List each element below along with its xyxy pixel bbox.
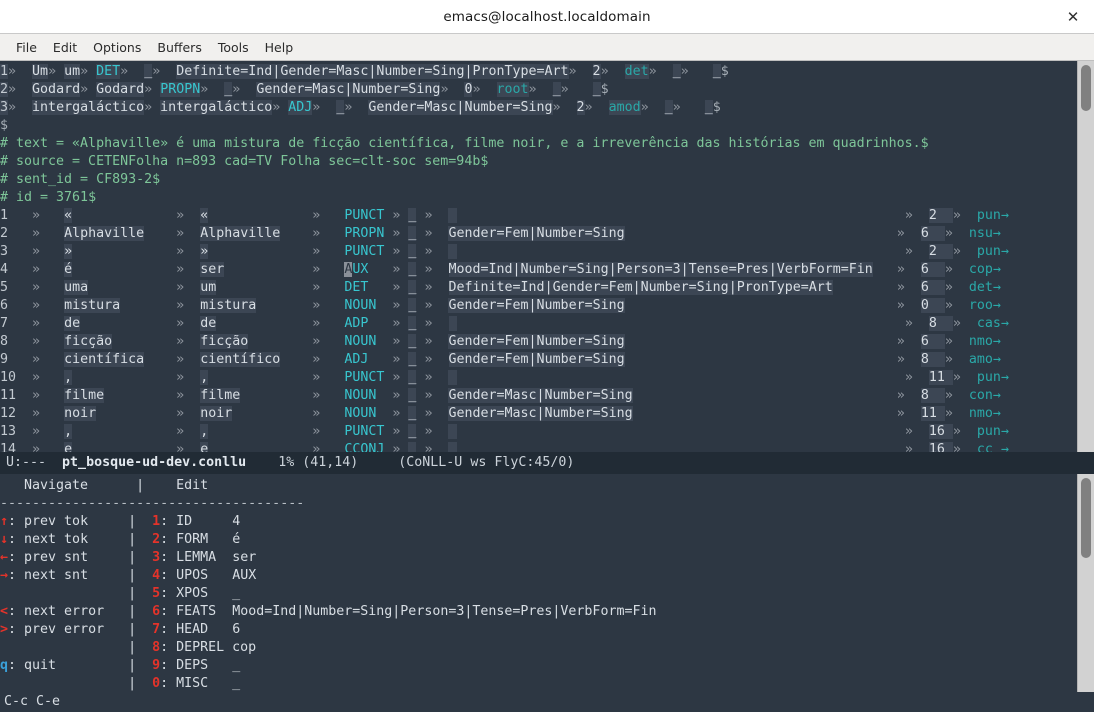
help-line: >: prev error | 7: HEAD 6 <box>0 622 241 637</box>
code-line: 1» Um» um» DET» _» Definite=Ind|Gender=M… <box>0 64 729 79</box>
code-line: 12 » noir » noir » NOUN » _ » Gender=Mas… <box>0 406 1001 421</box>
help-line: | 8: DEPREL cop <box>0 640 257 655</box>
menu-item-options[interactable]: Options <box>85 37 149 58</box>
help-line: | 0: MISC _ <box>0 676 241 691</box>
vertical-scrollbar-bottom[interactable] <box>1077 474 1094 692</box>
title-bar: emacs@localhost.localdomain ✕ <box>0 0 1094 34</box>
help-line: <: next error | 6: FEATS Mood=Ind|Number… <box>0 604 657 619</box>
code-line: 8 » ficção » ficção » NOUN » _ » Gender=… <box>0 334 1001 349</box>
code-line: # id = 3761$ <box>0 190 97 205</box>
echo-area: C-c C-e <box>0 692 1094 712</box>
code-line: 14 » e » e » CCONJ » _ » » 16 » cc → <box>0 441 1009 452</box>
menu-bar: File Edit Options Buffers Tools Help <box>0 34 1094 61</box>
conllu-text[interactable]: 1» Um» um» DET» _» Definite=Ind|Gender=M… <box>0 61 1009 452</box>
vertical-scrollbar-top[interactable] <box>1077 61 1094 452</box>
scrollbar-thumb[interactable] <box>1081 65 1091 111</box>
scrollbar-thumb[interactable] <box>1081 478 1091 558</box>
code-line: $ <box>0 118 9 133</box>
help-line: ←: prev snt | 3: LEMMA ser <box>0 550 257 565</box>
code-line: 9 » científica » científico » ADJ » _ » … <box>0 352 1001 367</box>
menu-item-file[interactable]: File <box>8 37 45 58</box>
code-line: 2 » Alphaville » Alphaville » PROPN » _ … <box>0 226 1001 241</box>
help-line: ↓: next tok | 2: FORM é <box>0 532 241 547</box>
code-line: 2» Godard» Godard» PROPN» _» Gender=Masc… <box>0 82 609 97</box>
menu-item-edit[interactable]: Edit <box>45 37 85 58</box>
help-line: | 5: XPOS _ <box>0 586 241 601</box>
conllu-buffer[interactable]: 1» Um» um» DET» _» Definite=Ind|Gender=M… <box>0 61 1094 452</box>
help-panel-text: Navigate | Edit -------------------------… <box>0 474 656 692</box>
code-line: 3 » » » » » PUNCT » _ » » 2 » pun→ <box>0 244 1009 259</box>
code-line: 10 » , » , » PUNCT » _ » » 11 » pun→ <box>0 370 1009 385</box>
menu-item-help[interactable]: Help <box>257 37 302 58</box>
help-line: ↑: prev tok | 1: ID 4 <box>0 514 241 529</box>
help-line: →: next snt | 4: UPOS AUX <box>0 568 257 583</box>
code-line: 7 » de » de » ADP » _ » » 8 » cas→ <box>0 316 1009 331</box>
emacs-window: emacs@localhost.localdomain ✕ File Edit … <box>0 0 1094 712</box>
code-line: # text = «Alphaville» é uma mistura de f… <box>0 136 929 151</box>
menu-item-buffers[interactable]: Buffers <box>149 37 209 58</box>
code-line: 4 » é » ser » AUX » _ » Mood=Ind|Number=… <box>0 262 1001 277</box>
window-title: emacs@localhost.localdomain <box>443 8 651 25</box>
code-line: 11 » filme » filme » NOUN » _ » Gender=M… <box>0 388 1001 403</box>
help-line: Navigate | Edit <box>0 478 209 493</box>
code-line: 3» intergaláctico» intergaláctico» ADJ» … <box>0 100 721 115</box>
mode-line: U:--- pt_bosque-ud-dev.conllu 1% (41,14)… <box>0 452 1094 474</box>
code-line: 6 » mistura » mistura » NOUN » _ » Gende… <box>0 298 1001 313</box>
help-line: -------------------------------------- <box>0 496 305 511</box>
code-line: # sent_id = CF893-2$ <box>0 172 161 187</box>
code-line: 13 » , » , » PUNCT » _ » » 16 » pun→ <box>0 424 1009 439</box>
help-line: q: quit | 9: DEPS _ <box>0 658 241 673</box>
conllu-help-buffer[interactable]: Navigate | Edit -------------------------… <box>0 474 1094 692</box>
menu-item-tools[interactable]: Tools <box>210 37 257 58</box>
code-line: # source = CETENFolha n=893 cad=TV Folha… <box>0 154 489 169</box>
code-line: 1 » « » « » PUNCT » _ » » 2 » pun→ <box>0 208 1009 223</box>
code-line: 5 » uma » um » DET » _ » Definite=Ind|Ge… <box>0 280 1001 295</box>
close-icon[interactable]: ✕ <box>1062 6 1084 28</box>
